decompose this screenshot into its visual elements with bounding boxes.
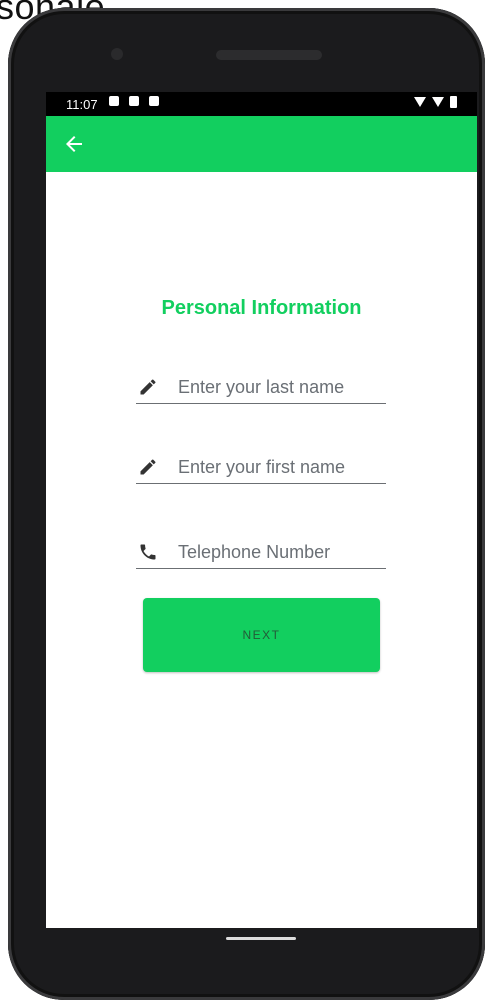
telephone-input[interactable] — [176, 538, 385, 566]
page-title: Personal Information — [161, 297, 362, 319]
telephone-field[interactable] — [136, 536, 386, 569]
screen: 11:07 Personal Information Enter your la… — [46, 92, 477, 928]
status-right-icons — [414, 96, 457, 108]
sd-card-icon — [149, 96, 159, 106]
next-button[interactable]: NEXT — [143, 598, 380, 672]
earpiece-speaker — [216, 50, 322, 60]
arrow-left-icon[interactable] — [62, 132, 86, 156]
app-bar — [46, 116, 477, 172]
status-left-icons — [109, 96, 159, 106]
notification-icon — [109, 96, 119, 106]
home-indicator[interactable] — [226, 937, 296, 940]
pencil-icon — [140, 379, 156, 395]
navigation-bar — [38, 928, 478, 988]
signal-icon — [432, 97, 444, 107]
first-name-input[interactable] — [176, 453, 385, 481]
battery-icon — [450, 96, 457, 108]
phone-icon — [140, 544, 156, 560]
status-time: 11:07 — [66, 97, 98, 112]
front-camera — [111, 48, 123, 60]
phone-frame: 11:07 Personal Information Enter your la… — [8, 8, 485, 1000]
wifi-icon — [414, 97, 426, 107]
storage-icon — [129, 96, 139, 106]
first-name-field[interactable] — [136, 451, 386, 484]
last-name-field[interactable] — [136, 371, 386, 404]
status-bar: 11:07 — [46, 92, 477, 116]
last-name-input[interactable] — [176, 373, 385, 401]
pencil-icon — [140, 459, 156, 475]
